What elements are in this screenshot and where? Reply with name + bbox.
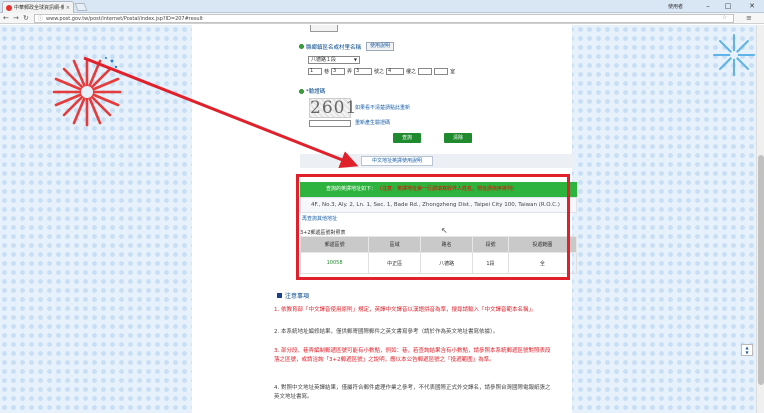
back-icon[interactable]: ← <box>3 14 9 23</box>
road-section-title: 縣鄉鎮區名或村里名稱 使用說明 <box>299 42 395 51</box>
url-text: www.post.gov.tw/post/internet/Postal/ind… <box>46 15 203 22</box>
note-4: 4. 對照中文地址英譯結果，僅屬符合郵件處理作業之參考，不代表國際正式外交譯名，… <box>274 385 551 400</box>
tab-active[interactable]: 中華郵政全球資訊網-郵遞區號查詢 × <box>2 1 74 13</box>
highlight-box <box>296 174 570 280</box>
maximize-button[interactable]: □ <box>720 0 736 12</box>
room-input[interactable] <box>434 68 449 75</box>
fireworks-blue-decoration-icon <box>713 34 755 76</box>
query-button[interactable]: 查詢 <box>393 133 421 143</box>
captcha-regenerate-link[interactable]: 重新產生驗證碼 <box>355 119 390 126</box>
note-3: 3. 部分段、巷弄編制郵遞區號可能有小數點，例如：巷，若查詢結果含有小數點，請參… <box>274 348 551 363</box>
tab-title: 中華郵政全球資訊網-郵遞區號查詢 <box>14 5 64 11</box>
clear-button[interactable]: 清除 <box>444 133 472 143</box>
page-info-icon[interactable]: ⓘ <box>38 15 43 22</box>
square-bullet-icon <box>277 293 282 298</box>
floor-sub-input[interactable] <box>418 68 433 75</box>
profile-label[interactable]: 使用者 <box>668 3 683 10</box>
reload-icon[interactable]: ↻ <box>23 14 29 23</box>
scroll-thumb[interactable] <box>758 155 764 385</box>
floor-input[interactable]: 4 <box>386 68 405 75</box>
chevron-down-icon: ▼ <box>353 57 357 62</box>
usage-bar <box>300 154 574 168</box>
close-window-button[interactable]: ✕ <box>744 0 760 12</box>
lane-input[interactable]: 1 <box>308 68 322 75</box>
note-1: 1. 依教育部「中文譯音使用原則」規定，英譯中文譯音以漢語拼音為準，搜尋請輸入「… <box>274 307 537 313</box>
notes-title: 注意事項 <box>277 291 309 300</box>
captcha-image: 2601 <box>309 98 358 118</box>
address-bar: ← → ↻ ⓘ www.post.gov.tw/post/internet/Po… <box>0 13 764 24</box>
browser-menu-icon[interactable]: ≡ <box>746 14 752 22</box>
address-detail-row: 1 巷 3 弄 3 號之 4 樓之 室 <box>308 68 456 75</box>
road-select[interactable]: 八德路１段 ▼ <box>308 56 360 64</box>
captcha-refresh-link[interactable]: 如果看不清楚請點此重新 <box>355 104 410 111</box>
number-input[interactable]: 3 <box>354 68 373 75</box>
tab-close-icon[interactable]: × <box>66 5 70 11</box>
captcha-input[interactable] <box>309 120 351 127</box>
side-widget-button[interactable]: ▲ ▼ <box>741 344 753 356</box>
captcha-title: *驗證碼 <box>299 87 325 95</box>
page-scrollbar[interactable] <box>756 25 764 413</box>
page-viewport: 縣鄉鎮區名或村里名稱 使用說明 八德路１段 ▼ 1 巷 3 弄 3 號之 4 樓… <box>0 25 756 413</box>
alley-input[interactable]: 3 <box>331 68 346 75</box>
url-input[interactable]: ⓘ www.post.gov.tw/post/internet/Postal/i… <box>34 14 734 23</box>
site-favicon-icon <box>6 4 12 11</box>
new-tab-button[interactable] <box>74 3 88 11</box>
forward-icon[interactable]: → <box>13 14 19 23</box>
mouse-cursor-icon: ↖ <box>441 226 448 235</box>
usage-help-button[interactable]: 使用說明 <box>366 42 395 51</box>
note-2: 2. 本系統地址編修結果，僅供郵寄國際郵件之英文書寫參考（請於作為英文地址書寫依… <box>274 329 499 335</box>
bookmark-star-icon[interactable]: ☆ <box>722 14 727 21</box>
fireworks-decoration-icon <box>52 57 122 127</box>
road-radio[interactable] <box>299 44 304 49</box>
english-usage-button[interactable]: 中文地址英譯使用說明 <box>361 156 433 166</box>
prev-form-button[interactable] <box>310 25 338 32</box>
minimize-button[interactable]: – <box>700 0 716 12</box>
captcha-radio <box>299 88 304 94</box>
tab-bar: 中華郵政全球資訊網-郵遞區號查詢 × 使用者 – □ ✕ <box>0 0 764 13</box>
